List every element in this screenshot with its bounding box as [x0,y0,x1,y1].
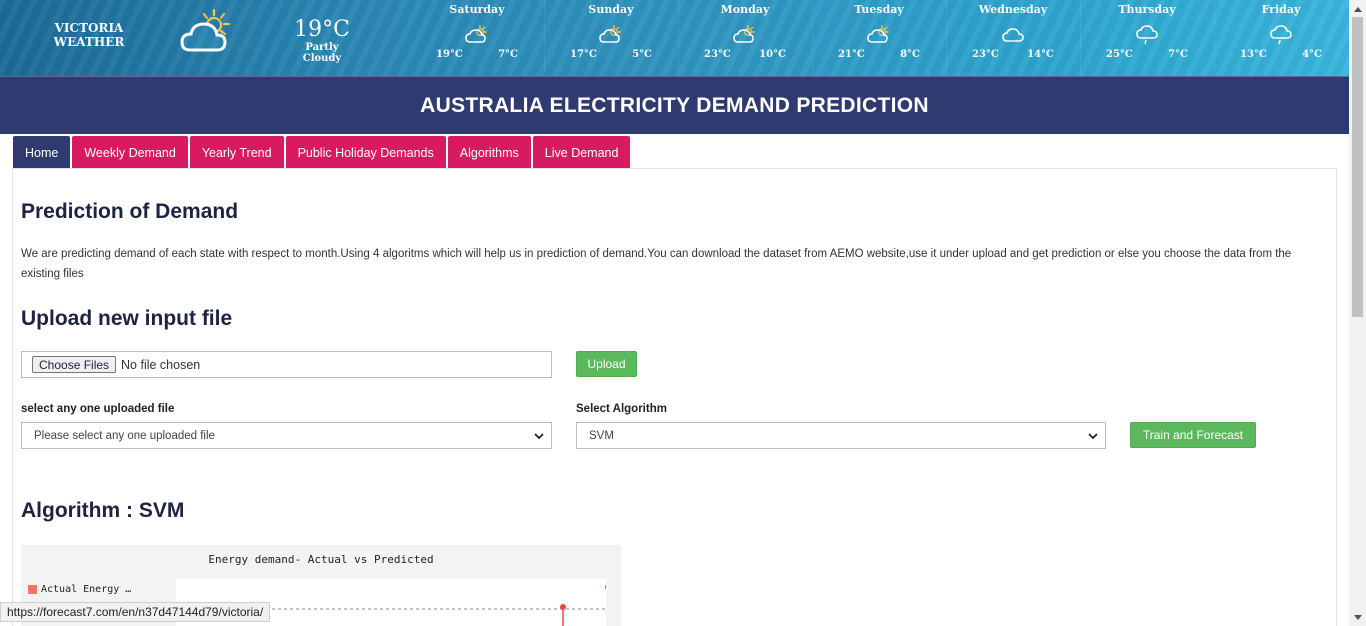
forecast-day-name: Saturday [449,3,505,16]
current-weather: 19°C Partly Cloudy [290,17,354,65]
current-temp: 19°C [294,17,350,42]
uploaded-file-select-value: Please select any one uploaded file [34,429,215,442]
chart-title: Energy demand- Actual vs Predicted [208,553,434,566]
chart-legend: Actual Energy … [28,584,131,595]
actual-series-point [605,584,606,590]
page: VICTORIA WEATHER 19°C Partly Cloudy Satu… [0,0,1366,626]
tab-live-demand[interactable]: Live Demand [532,136,631,169]
actual-series-point [560,604,566,610]
weather-city-line1: VICTORIA [54,21,124,35]
forecast-day: Friday 13°C 4°C [1214,3,1348,60]
forecast-day: Sunday 17°C 5°C [544,3,678,60]
status-bar-url: https://forecast7.com/en/n37d47144d79/vi… [0,602,271,622]
forecast-day: Monday 23°C 10°C [678,3,812,60]
vertical-scrollbar[interactable] [1349,0,1366,626]
forecast-day-name: Tuesday [854,3,904,16]
forecast-high: 23°C [972,49,999,60]
forecast-day-name: Sunday [588,3,634,16]
partly-cloudy-sun-icon [180,8,231,52]
forecast-day-name: Friday [1261,3,1301,16]
partly-cloudy-icon [599,25,621,43]
forecast-day-name: Wednesday [978,3,1048,16]
algorithm-heading: Algorithm : SVM [21,499,185,522]
forecast-day-name: Monday [720,3,770,16]
rain-cloud-icon [1136,25,1158,45]
forecast-high: 17°C [570,49,597,60]
forecast-day: Saturday 19°C 7°C [410,3,544,60]
file-input[interactable]: Choose Files No file chosen [21,351,552,378]
choose-files-button[interactable]: Choose Files [32,356,117,373]
forecast-high: 25°C [1106,49,1133,60]
scroll-down-arrow-icon[interactable] [1349,609,1366,626]
select-algorithm-label: Select Algorithm [576,403,667,415]
description-text: We are predicting demand of each state w… [21,248,1292,280]
tab-yearly-trend[interactable]: Yearly Trend [189,136,284,169]
tab-weekly-demand[interactable]: Weekly Demand [72,136,188,169]
train-and-forecast-button[interactable]: Train and Forecast [1130,422,1256,448]
scroll-up-arrow-icon[interactable] [1349,0,1366,17]
forecast-day: Wednesday 23°C 14°C [946,3,1080,60]
tab-bar: Home Weekly Demand Yearly Trend Public H… [13,136,631,169]
forecast-low: 10°C [759,49,786,60]
forecast-low: 5°C [632,49,652,60]
forecast-day-name: Thursday [1118,3,1176,16]
file-status-text: No file chosen [121,357,201,372]
forecast-high: 21°C [838,49,865,60]
scrollbar-thumb[interactable] [1352,17,1363,317]
chevron-down-icon [1088,433,1098,440]
chevron-down-icon [534,433,544,440]
weather-widget[interactable]: VICTORIA WEATHER 19°C Partly Cloudy Satu… [0,0,1349,76]
forecast-day: Tuesday 21°C 8°C [812,3,946,60]
legend-swatch [28,585,37,594]
weather-city-line2: WEATHER [53,35,125,49]
upload-heading: Upload new input file [21,307,233,330]
forecast-low: 8°C [900,49,920,60]
partly-cloudy-icon [465,25,487,43]
forecast-low: 14°C [1027,49,1054,60]
current-condition: Partly Cloudy [302,42,342,64]
rain-cloud-icon [1270,25,1292,45]
uploaded-file-select[interactable]: Please select any one uploaded file [21,422,552,449]
weather-city: VICTORIA WEATHER [40,21,138,49]
algorithm-select[interactable]: SVM [576,422,1106,449]
upload-button[interactable]: Upload [576,351,637,377]
forecast-low: 7°C [498,49,518,60]
tab-algorithms[interactable]: Algorithms [447,136,531,169]
tab-public-holiday-demands[interactable]: Public Holiday Demands [285,136,446,169]
forecast-day: Thursday 25°C 7°C [1080,3,1214,60]
partly-cloudy-icon [733,25,755,43]
partly-cloudy-icon [867,25,889,43]
page-header: AUSTRALIA ELECTRICITY DEMAND PREDICTION [0,76,1349,134]
forecast-low: 4°C [1302,49,1322,60]
select-file-label: select any one uploaded file [21,403,175,415]
prediction-heading: Prediction of Demand [21,200,239,223]
forecast-low: 7°C [1168,49,1188,60]
cloud-icon [1002,28,1024,42]
legend-label: Actual Energy … [41,584,132,595]
page-title: AUSTRALIA ELECTRICITY DEMAND PREDICTION [420,93,929,117]
forecast-high: 23°C [704,49,731,60]
forecast-high: 19°C [436,49,463,60]
forecast-high: 13°C [1240,49,1267,60]
tab-home[interactable]: Home [13,136,71,169]
algorithm-select-value: SVM [589,429,614,442]
